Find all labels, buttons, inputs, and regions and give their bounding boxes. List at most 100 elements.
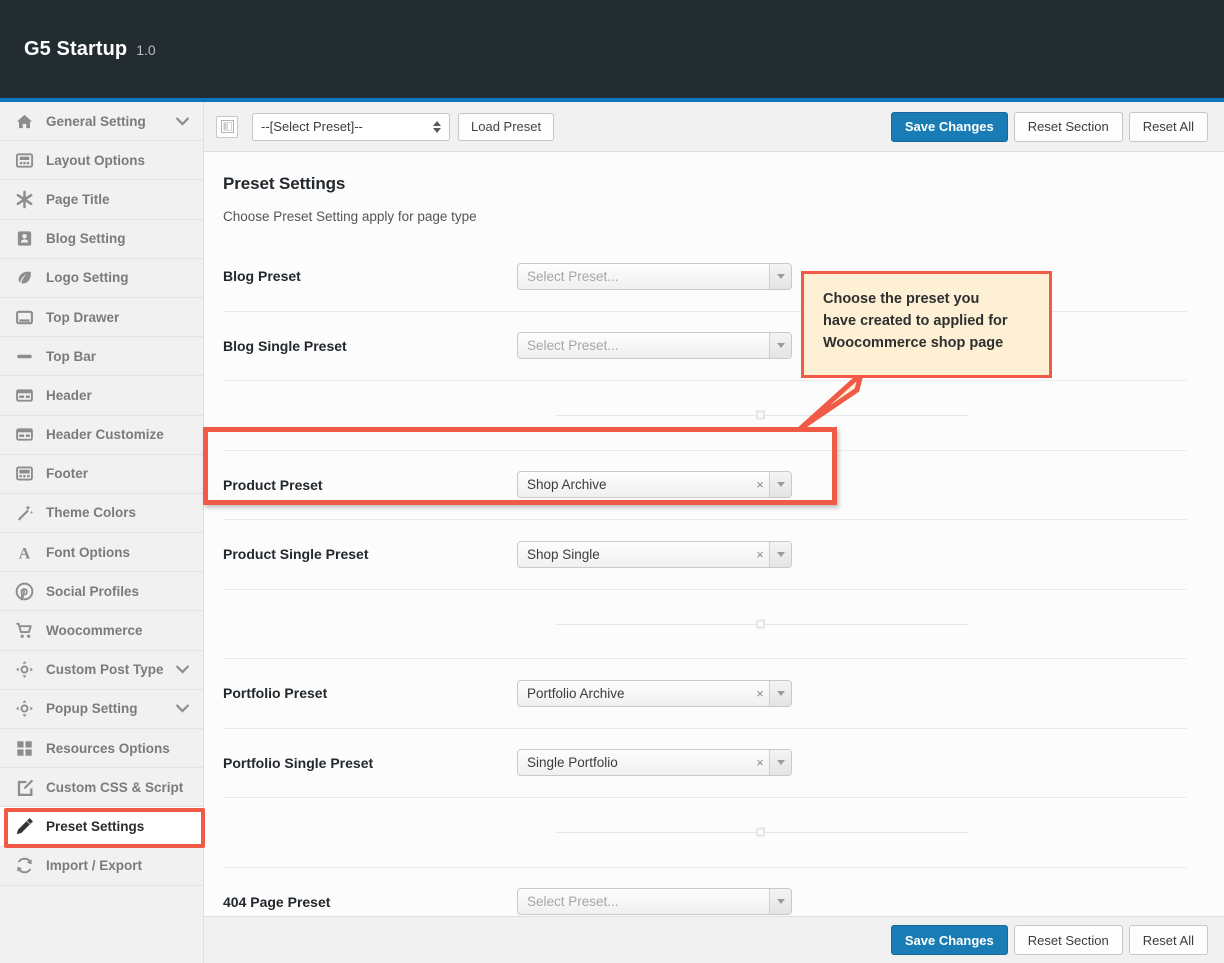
sidebar-item-general-setting[interactable]: General Setting [0, 102, 203, 142]
sidebar-item-header-customize[interactable]: Header Customize [0, 416, 203, 455]
sidebar-item-preset-settings[interactable]: Preset Settings [0, 807, 203, 847]
preset-select[interactable]: --[Select Preset]-- [252, 112, 450, 141]
reset-section-button-bottom[interactable]: Reset Section [1013, 925, 1123, 955]
sidebar-item-resources-options[interactable]: Resources Options [0, 729, 203, 769]
reset-all-button-bottom[interactable]: Reset All [1128, 925, 1208, 955]
save-changes-button-top[interactable]: Save Changes [890, 111, 1008, 142]
preset-dropdown-portfolio-single-preset[interactable]: Single Portfolio × [517, 749, 792, 777]
drawer-icon [13, 306, 35, 328]
asterisk-icon [16, 190, 32, 209]
load-preset-button[interactable]: Load Preset [458, 112, 555, 141]
panel-toggle-glyph [220, 120, 234, 133]
target-icon [13, 659, 35, 681]
app-header: G5 Startup 1.0 [0, 0, 1224, 98]
sidebar-item-popup-setting[interactable]: Popup Setting [0, 690, 203, 729]
chevron-down-icon[interactable] [769, 472, 791, 498]
sidebar-item-logo-setting[interactable]: Logo Setting [0, 259, 203, 298]
refresh-icon [13, 855, 35, 877]
sidebar-item-top-bar[interactable]: Top Bar [0, 337, 203, 377]
sidebar-item-top-drawer[interactable]: Top Drawer [0, 298, 203, 338]
panel-header: Preset Settings Choose Preset Setting ap… [204, 152, 1204, 224]
sidebar-item-font-options[interactable]: A Font Options [0, 533, 203, 573]
sidebar-item-label: Footer [46, 466, 88, 482]
toolbar-actions: Save Changes Reset Section Reset All [890, 111, 1208, 142]
chevron-down-icon[interactable] [769, 750, 791, 776]
sidebar-item-layout-options[interactable]: Layout Options [0, 141, 203, 181]
preset-dropdown-value: Shop Single [527, 546, 600, 562]
panel-toggle-icon[interactable] [216, 115, 238, 138]
home-icon [13, 110, 35, 132]
field-label: Blog Preset [223, 268, 301, 285]
chevron-down-icon[interactable] [173, 704, 191, 713]
clear-x-icon[interactable]: × [751, 756, 769, 769]
preset-dropdown-portfolio-preset[interactable]: Portfolio Archive × [517, 679, 792, 707]
home-icon [16, 114, 32, 128]
cart-icon [15, 622, 32, 638]
preset-dropdown-product-preset[interactable]: Shop Archive × [517, 471, 792, 499]
sidebar-item-social-profiles[interactable]: Social Profiles [0, 572, 203, 612]
page-title: Preset Settings [223, 174, 346, 193]
preset-dropdown-product-single-preset[interactable]: Shop Single × [517, 540, 792, 568]
field-row-portfolio-single-preset: Portfolio Single Preset Single Portfolio × [223, 729, 1187, 798]
footer-actions: Save Changes Reset Section Reset All [204, 916, 1224, 963]
grid-icon [16, 740, 32, 756]
sidebar-item-footer[interactable]: Footer [0, 455, 203, 494]
sidebar-item-label: Popup Setting [46, 701, 138, 717]
save-changes-button-bottom[interactable]: Save Changes [890, 925, 1008, 955]
sidebar-item-page-title[interactable]: Page Title [0, 180, 203, 220]
sidebar-item-blog-setting[interactable]: Blog Setting [0, 220, 203, 259]
footer-icon [15, 466, 33, 481]
chevron-down-icon[interactable] [769, 333, 791, 359]
header-icon [13, 384, 35, 406]
chevron-down-icon[interactable] [769, 680, 791, 706]
pencil-icon [16, 818, 33, 835]
sidebar-item-label: Header Customize [46, 427, 164, 443]
preset-dropdown-blog-preset[interactable]: Select Preset... [517, 262, 792, 290]
edit-page-icon [17, 779, 33, 796]
sidebar-item-header[interactable]: Header [0, 376, 203, 416]
chevron-down-icon[interactable] [173, 665, 191, 674]
clear-x-icon[interactable]: × [751, 548, 769, 561]
clear-x-icon[interactable]: × [751, 687, 769, 700]
sidebar-item-label: Top Drawer [46, 309, 120, 325]
sidebar-item-import-export[interactable]: Import / Export [0, 847, 203, 886]
chevron-down-icon[interactable] [769, 541, 791, 567]
brand-title: G5 Startup [24, 38, 128, 60]
sidebar-item-label: Resources Options [46, 740, 170, 756]
sidebar-item-label: Header [46, 387, 92, 403]
chevron-down-icon[interactable] [769, 889, 791, 915]
layout-icon [13, 149, 35, 171]
preset-dropdown-404-page-preset[interactable]: Select Preset... [517, 888, 792, 916]
sidebar-item-custom-post-type[interactable]: Custom Post Type [0, 651, 203, 690]
page-subtitle: Choose Preset Setting apply for page typ… [223, 209, 477, 224]
annotation-callout-text: Choose the preset you have created to ap… [823, 291, 1008, 352]
sidebar-item-custom-css-script[interactable]: Custom CSS & Script [0, 768, 203, 808]
divider-knob [756, 827, 765, 837]
chevron-down-icon[interactable] [173, 117, 191, 126]
font-a-icon: A [13, 541, 35, 563]
sidebar-item-woocommerce[interactable]: Woocommerce [0, 611, 203, 651]
footer-icon [13, 463, 35, 485]
sidebar-item-theme-colors[interactable]: Theme Colors [0, 494, 203, 534]
field-label: 404 Page Preset [223, 893, 331, 910]
refresh-icon [16, 857, 32, 874]
preset-dropdown-value: Select Preset... [527, 338, 619, 354]
preset-dropdown-value: Portfolio Archive [527, 685, 625, 701]
blog-icon [13, 228, 35, 250]
brand-version: 1.0 [136, 42, 156, 58]
pinterest-icon [15, 582, 33, 601]
reset-all-button-top[interactable]: Reset All [1128, 111, 1208, 142]
layout-icon [15, 153, 33, 168]
pencil-icon [13, 815, 35, 837]
field-label: Portfolio Single Preset [223, 754, 374, 771]
preset-dropdown-blog-single-preset[interactable]: Select Preset... [517, 332, 792, 360]
field-label: Product Single Preset [223, 546, 369, 563]
reset-section-button-top[interactable]: Reset Section [1013, 111, 1123, 142]
chevron-down-icon[interactable] [769, 263, 791, 289]
sidebar-item-label: Custom CSS & Script [46, 779, 184, 795]
preset-dropdown-value: Select Preset... [527, 268, 619, 284]
divider-knob [756, 619, 765, 629]
section-divider [223, 590, 1187, 659]
clear-x-icon[interactable]: × [751, 478, 769, 491]
sidebar-nav: General Setting Layout Options Page Title B… [0, 102, 204, 963]
